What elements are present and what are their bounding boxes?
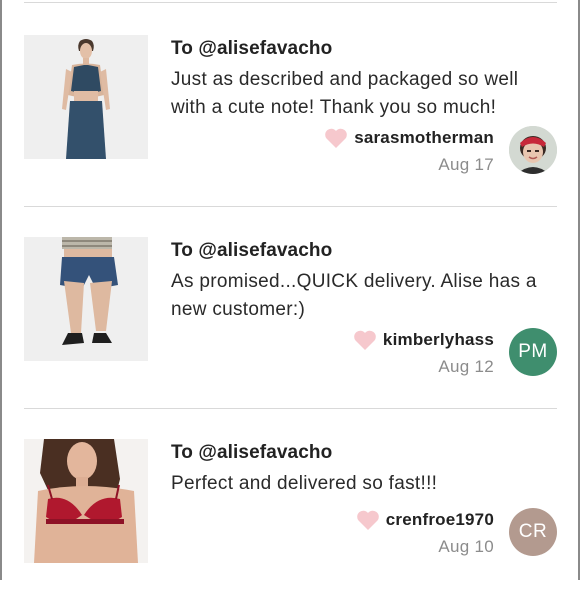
heart-icon[interactable] — [353, 329, 377, 351]
reviewer-avatar[interactable] — [509, 126, 557, 174]
user-photo-avatar — [509, 126, 557, 174]
review-recipient[interactable]: To @alisefavacho — [171, 38, 332, 60]
review-comment: Just as described and packaged so well w… — [171, 69, 519, 118]
review-meta: crenfroe1970 Aug 10 — [356, 508, 494, 557]
reviewer-avatar[interactable]: PM — [509, 328, 557, 376]
review-comment: As promised...QUICK delivery. Alise has … — [171, 271, 537, 320]
reviewer-username[interactable]: sarasmotherman — [354, 128, 494, 148]
review-date: Aug 12 — [438, 357, 494, 376]
reviewer-username[interactable]: kimberlyhass — [383, 330, 494, 350]
avatar-initials: CR — [518, 521, 548, 542]
review-meta: sarasmotherman Aug 17 — [324, 126, 494, 175]
review-meta: kimberlyhass Aug 12 — [353, 328, 494, 377]
heart-icon[interactable] — [324, 127, 348, 149]
review-item: To @alisefavacho As promised...QUICK del… — [0, 206, 580, 408]
review-recipient[interactable]: To @alisefavacho — [171, 240, 332, 262]
reviewer-avatar[interactable]: CR — [509, 508, 557, 556]
denim-shorts-photo — [24, 237, 148, 361]
product-thumbnail[interactable] — [24, 439, 148, 563]
product-thumbnail[interactable] — [24, 237, 148, 361]
review-comment: Perfect and delivered so fast!!! — [171, 473, 438, 494]
divider — [24, 2, 557, 3]
product-thumbnail[interactable] — [24, 35, 148, 159]
crop-top-and-skirt-photo — [24, 35, 148, 159]
review-recipient[interactable]: To @alisefavacho — [171, 442, 332, 464]
red-lace-bra-photo — [24, 439, 148, 563]
heart-icon[interactable] — [356, 509, 380, 531]
avatar-initials: PM — [518, 341, 548, 362]
review-date: Aug 17 — [438, 155, 494, 174]
review-item: To @alisefavacho Just as described and p… — [0, 4, 580, 206]
reviewer-username[interactable]: crenfroe1970 — [386, 510, 494, 530]
review-date: Aug 10 — [438, 537, 494, 556]
